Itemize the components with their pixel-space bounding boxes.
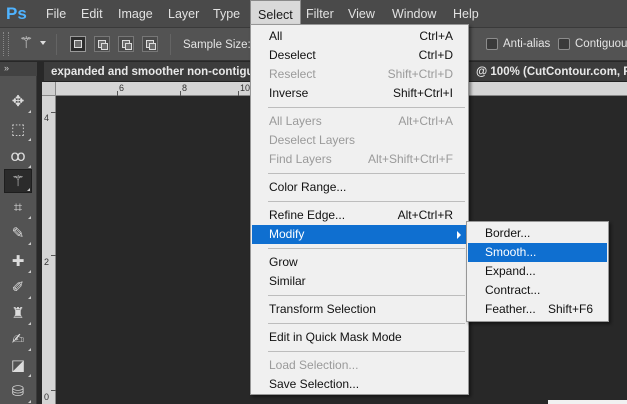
add-to-selection-button[interactable]: [94, 36, 110, 52]
photoshop-logo: Ps: [6, 4, 27, 23]
ruler-tick: [51, 112, 56, 113]
menu-edit[interactable]: Edit: [74, 0, 110, 28]
ruler-h-label: 6: [119, 83, 125, 93]
ruler-tick: [180, 91, 181, 96]
menu-layer[interactable]: Layer: [161, 0, 206, 28]
ruler-tick: [238, 91, 239, 96]
menu-item-contract[interactable]: Contract...: [468, 281, 607, 300]
menu-separator: [268, 173, 465, 174]
menu-item-inverse[interactable]: Inverse Shift+Ctrl+I: [252, 84, 467, 103]
ruler-tick: [117, 91, 118, 96]
menu-item-grow[interactable]: Grow: [252, 253, 467, 272]
menu-separator: [268, 351, 465, 352]
menu-item-save-selection[interactable]: Save Selection...: [252, 375, 467, 394]
sample-size-label: Sample Size:: [183, 39, 251, 51]
menu-item-deselect-layers[interactable]: Deselect Layers: [252, 131, 467, 150]
chevron-down-icon: [40, 41, 46, 45]
magic-wand-icon: ⚚: [19, 35, 34, 52]
menu-item-refine-edge[interactable]: Refine Edge... Alt+Ctrl+R: [252, 206, 467, 225]
brush-tool-icon[interactable]: ✐: [4, 276, 32, 300]
subtract-from-selection-button[interactable]: [118, 36, 134, 52]
menu-image[interactable]: Image: [111, 0, 160, 28]
menu-item-feather[interactable]: Feather... Shift+F6: [468, 300, 607, 319]
menu-item-quick-mask[interactable]: Edit in Quick Mask Mode: [252, 328, 467, 347]
submenu-arrow-icon: [457, 231, 461, 239]
document-tab-title: expanded and smoother non-contiguo: [51, 66, 261, 78]
toolbox: » ✥ ⬚ ꝏ ⚚ ⌗ ✎ ✚ ✐ ♜ ✍ ◪ ⛁: [0, 62, 37, 404]
vertical-ruler[interactable]: [42, 96, 56, 404]
eraser-tool-icon[interactable]: ◪: [4, 354, 32, 378]
menu-file[interactable]: File: [39, 0, 73, 28]
menu-item-reselect[interactable]: Reselect Shift+Ctrl+D: [252, 65, 467, 84]
magic-wand-tool-icon[interactable]: ⚚: [4, 169, 32, 193]
menu-separator: [268, 201, 465, 202]
options-divider: [56, 34, 57, 55]
menu-item-transform-selection[interactable]: Transform Selection: [252, 300, 467, 319]
clone-stamp-tool-icon[interactable]: ♜: [4, 302, 32, 326]
menu-item-smooth[interactable]: Smooth...: [468, 243, 607, 262]
anti-alias-label: Anti-alias: [503, 38, 551, 50]
select-menu-dropdown: All Ctrl+A Deselect Ctrl+D Reselect Shift+C…: [250, 24, 469, 395]
paint-bucket-tool-icon[interactable]: ⛁: [4, 380, 32, 404]
menu-item-deselect[interactable]: Deselect Ctrl+D: [252, 46, 467, 65]
tool-preset-picker[interactable]: ⚚: [19, 33, 46, 55]
lasso-tool-icon[interactable]: ꝏ: [4, 145, 32, 169]
healing-brush-tool-icon[interactable]: ✚: [4, 250, 32, 274]
menu-item-all-layers[interactable]: All Layers Alt+Ctrl+A: [252, 112, 467, 131]
menu-item-modify[interactable]: Modify: [252, 225, 467, 244]
menu-item-expand[interactable]: Expand...: [468, 262, 607, 281]
options-bar-grip[interactable]: [3, 32, 9, 56]
menu-item-similar[interactable]: Similar: [252, 272, 467, 291]
menu-item-load-selection[interactable]: Load Selection...: [252, 356, 467, 375]
history-brush-tool-icon[interactable]: ✍: [4, 328, 32, 352]
menu-separator: [268, 107, 465, 108]
menu-separator: [268, 248, 465, 249]
menu-item-all[interactable]: All Ctrl+A: [252, 27, 467, 46]
new-selection-button[interactable]: [70, 36, 86, 52]
modify-submenu: Border... Smooth... Expand... Contract..…: [466, 221, 609, 322]
ruler-tick: [51, 255, 56, 256]
canvas-image-edge: [548, 400, 627, 404]
ruler-h-label: 10: [240, 83, 251, 93]
menu-item-find-layers[interactable]: Find Layers Alt+Shift+Ctrl+F: [252, 150, 467, 169]
ruler-v-label: 0: [44, 392, 50, 402]
marquee-tool-icon[interactable]: ⬚: [4, 118, 32, 142]
options-divider: [170, 34, 171, 55]
move-tool-icon[interactable]: ✥: [4, 90, 32, 114]
ruler-origin[interactable]: [42, 82, 56, 96]
contiguous-label: Contiguous: [575, 38, 627, 50]
menu-item-border[interactable]: Border...: [468, 224, 607, 243]
toolbox-collapse-icon[interactable]: »: [0, 62, 37, 76]
menu-separator: [268, 323, 465, 324]
menu-item-color-range[interactable]: Color Range...: [252, 178, 467, 197]
menu-separator: [268, 295, 465, 296]
anti-alias-checkbox[interactable]: [486, 38, 498, 50]
ruler-tick: [51, 390, 56, 391]
ruler-v-label: 4: [44, 113, 50, 123]
menu-type[interactable]: Type: [206, 0, 247, 28]
ruler-v-label: 2: [44, 257, 50, 267]
contiguous-checkbox[interactable]: [558, 38, 570, 50]
crop-tool-icon[interactable]: ⌗: [4, 196, 32, 220]
eyedropper-tool-icon[interactable]: ✎: [4, 222, 32, 246]
intersect-selection-button[interactable]: [142, 36, 158, 52]
document-tab-title-tail: @ 100% (CutContour.com, RG: [476, 66, 627, 78]
ruler-h-label: 8: [182, 83, 188, 93]
